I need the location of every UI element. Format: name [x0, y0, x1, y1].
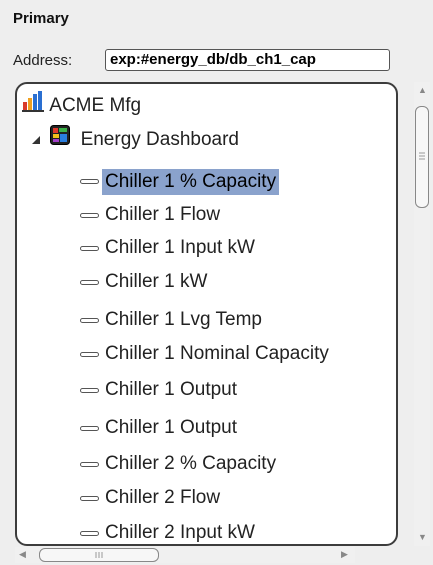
tree-leaf-label: Chiller 2 % Capacity [105, 453, 277, 474]
tree-leaf-item[interactable]: Chiller 1 % Capacity [80, 167, 280, 197]
tree-folder-label: Energy Dashboard [80, 129, 239, 150]
leaf-dash-icon [80, 351, 99, 357]
scroll-left-icon[interactable]: ◀ [19, 550, 26, 559]
tree-leaf-label: Chiller 1 Nominal Capacity [105, 343, 329, 364]
section-title: Primary [13, 10, 69, 27]
address-field[interactable]: exp:#energy_db/db_ch1_cap [105, 49, 390, 71]
leaf-dash-icon [80, 179, 99, 185]
tree-root-item[interactable]: ACME Mfg [22, 90, 141, 120]
tree-leaf-item[interactable]: Chiller 2 Input kW [80, 518, 255, 544]
tree-leaf-item[interactable]: Chiller 1 Output [80, 375, 237, 405]
leaf-dash-icon [80, 279, 99, 285]
tree-leaf-label: Chiller 1 Lvg Temp [105, 309, 263, 330]
tree-leaf-item[interactable]: Chiller 1 Lvg Temp [80, 305, 262, 335]
leaf-dash-icon [80, 212, 99, 218]
tree-leaf-label: Chiller 1 kW [105, 271, 208, 292]
tree-leaf-label: Chiller 1 Output [105, 417, 238, 438]
leaf-dash-icon [80, 461, 99, 467]
expand-triangle-icon[interactable] [31, 125, 41, 155]
horizontal-scrollbar[interactable]: ◀ ▶ [15, 547, 355, 563]
tree-leaf-item[interactable]: Chiller 2 Flow [80, 483, 220, 513]
scroll-down-icon[interactable]: ▼ [418, 533, 427, 542]
tree-view[interactable]: ACME Mfg Energy Dashboard Chiller 1 % Ca… [15, 82, 398, 546]
tree-leaf-item[interactable]: Chiller 1 Output [80, 413, 237, 443]
scroll-up-icon[interactable]: ▲ [418, 86, 427, 95]
leaf-dash-icon [80, 495, 99, 501]
tree-leaf-item[interactable]: Chiller 2 % Capacity [80, 449, 276, 479]
tree-leaf-item[interactable]: Chiller 1 Flow [80, 200, 220, 230]
leaf-dash-icon [80, 387, 99, 393]
vertical-scroll-thumb[interactable] [415, 106, 429, 208]
tree-leaf-item[interactable]: Chiller 1 Nominal Capacity [80, 339, 329, 369]
address-label: Address: [13, 52, 73, 69]
tree-leaf-label: Chiller 1 Flow [105, 204, 221, 225]
dashboard-icon [50, 125, 71, 155]
leaf-dash-icon [80, 425, 99, 431]
leaf-dash-icon [80, 530, 99, 536]
scroll-right-icon[interactable]: ▶ [341, 550, 348, 559]
vertical-scrollbar[interactable]: ▲ ▼ [414, 82, 430, 546]
leaf-dash-icon [80, 317, 99, 323]
tree-leaf-label: Chiller 1 Output [105, 379, 238, 400]
tree-leaf-label: Chiller 2 Input kW [105, 522, 255, 543]
leaf-dash-icon [80, 245, 99, 251]
horizontal-scroll-thumb[interactable] [39, 548, 159, 562]
building-chart-icon [22, 90, 44, 122]
tree-leaf-label: Chiller 2 Flow [105, 487, 221, 508]
tree-leaf-item[interactable]: Chiller 1 Input kW [80, 233, 255, 263]
tree-leaf-label: Chiller 1 Input kW [105, 237, 255, 258]
tree-leaf-label: Chiller 1 % Capacity [102, 168, 280, 195]
tree-leaf-item[interactable]: Chiller 1 kW [80, 267, 207, 297]
tree-folder-item[interactable]: Energy Dashboard [31, 125, 239, 155]
tree-root-label: ACME Mfg [49, 95, 142, 116]
